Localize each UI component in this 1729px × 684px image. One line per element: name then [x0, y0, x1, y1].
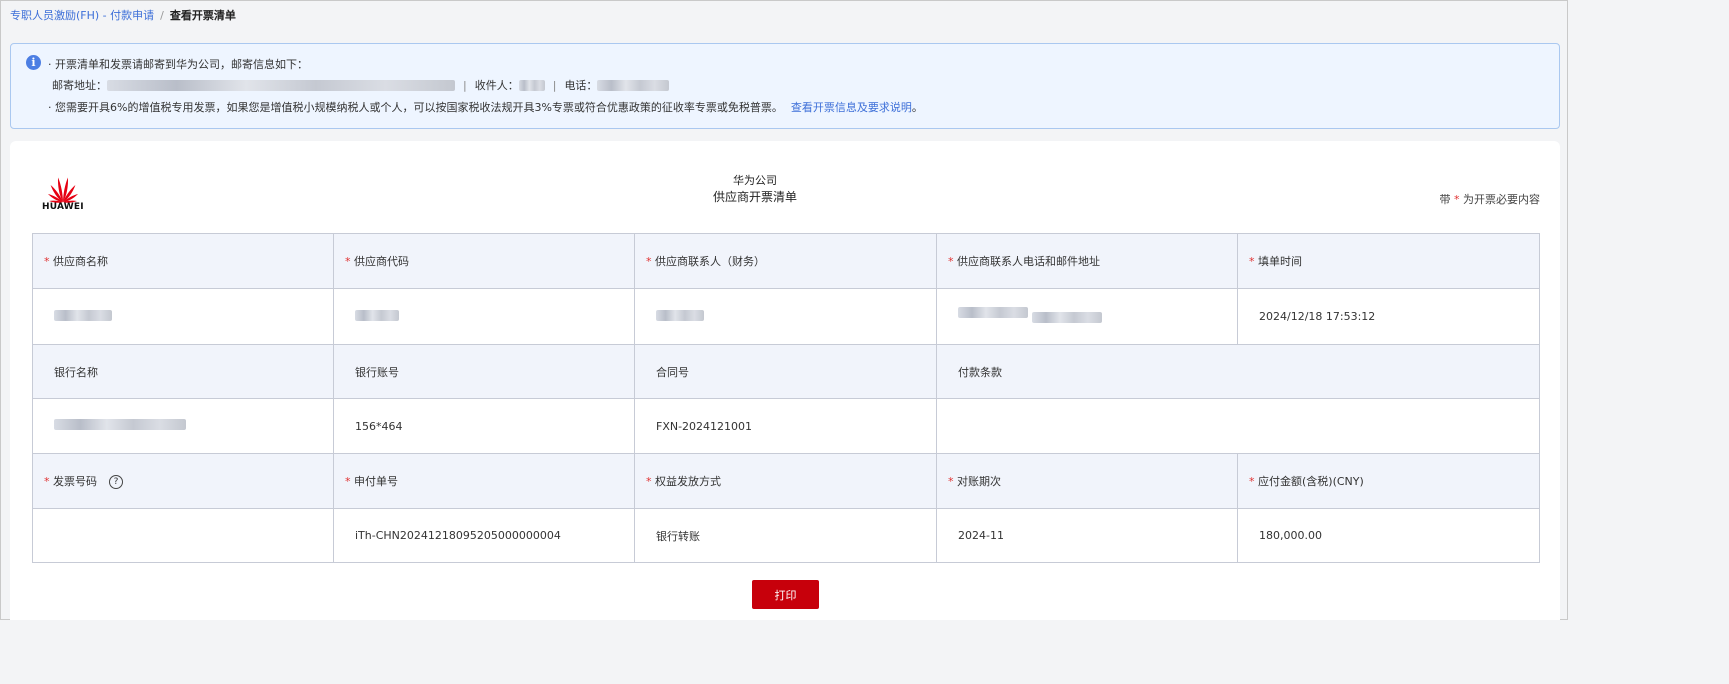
header-label: 供应商联系人（财务）	[655, 255, 765, 268]
payout-method-cell: 银行转账	[634, 508, 937, 563]
table-row: * 供应商名称 * 供应商代码 * 供应商联系人（财务） * 供应商联系人电话和…	[32, 233, 1540, 289]
required-star: *	[345, 255, 351, 268]
table-row: 156*464 FXN-2024121001	[32, 398, 1540, 454]
payment-request-no-cell: iTh-CHN20241218095205000000004	[333, 508, 635, 563]
table-row: 2024/12/18 17:53:12	[32, 288, 1540, 345]
header-label: 填单时间	[1258, 255, 1302, 268]
header-label: 权益发放方式	[655, 475, 721, 488]
required-star: *	[646, 255, 652, 268]
invoice-requirement-text: · 您需要开具6%的增值税专用发票，如果您是增值税小规模纳税人或个人，可以按国家…	[48, 101, 783, 114]
info-icon: i	[26, 55, 41, 70]
table-row: 银行名称 银行账号 合同号 付款条款	[32, 344, 1540, 399]
header-reconcile-period: * 对账期次	[936, 453, 1238, 509]
header-invoice-no: * 发票号码?	[32, 453, 334, 509]
contact-phone-email-cell	[936, 288, 1238, 345]
link-suffix: 。	[911, 101, 923, 114]
header-payment-terms: 付款条款	[936, 344, 1540, 399]
header-fill-time: * 填单时间	[1237, 233, 1540, 289]
header-supplier-contact: * 供应商联系人（财务）	[634, 233, 937, 289]
separator: |	[552, 78, 557, 92]
invoice-list-panel: HUAWEI 华为公司 供应商开票清单 带 * 为开票必要内容 * 供应商名称 …	[10, 141, 1560, 620]
required-star: *	[948, 255, 954, 268]
company-name: 华为公司	[733, 174, 777, 187]
supplier-name-cell	[32, 288, 334, 345]
breadcrumb-current: 查看开票清单	[169, 9, 236, 22]
hint-prefix: 带	[1439, 193, 1451, 206]
header-amount: * 应付金额(含税)(CNY)	[1237, 453, 1540, 509]
required-hint: 带 * 为开票必要内容	[1440, 191, 1541, 207]
header-bank-name: 银行名称	[32, 344, 334, 399]
phone-value-redacted	[597, 79, 670, 91]
header-label: 供应商名称	[53, 255, 108, 268]
supplier-name-redacted	[54, 309, 112, 321]
required-star: *	[1454, 193, 1460, 206]
invoice-list-table: * 供应商名称 * 供应商代码 * 供应商联系人（财务） * 供应商联系人电话和…	[32, 233, 1540, 563]
amount-cell: 180,000.00	[1237, 508, 1540, 563]
required-star: *	[44, 255, 50, 268]
header-contact-phone-email: * 供应商联系人电话和邮件地址	[936, 233, 1238, 289]
header-label: 申付单号	[354, 475, 398, 488]
required-star: *	[948, 475, 954, 488]
breadcrumb: 专职人员激励(FH) - 付款申请 / 查看开票清单	[10, 7, 236, 23]
header-label: 供应商联系人电话和邮件地址	[957, 255, 1100, 268]
header-payment-request-no: * 申付单号	[333, 453, 635, 509]
header-payout-method: * 权益发放方式	[634, 453, 937, 509]
contact-phone-redacted	[958, 307, 1028, 318]
address-label: 邮寄地址：	[52, 79, 107, 92]
required-star: *	[646, 475, 652, 488]
header-label: 发票号码	[53, 475, 97, 488]
phone-label: 电话：	[564, 79, 598, 92]
invoice-no-cell	[32, 508, 334, 563]
address-value-redacted	[107, 79, 455, 91]
receiver-value-redacted	[518, 79, 545, 91]
header-label: 供应商代码	[354, 255, 409, 268]
header-contract-no: 合同号	[634, 344, 937, 399]
payment-terms-cell	[936, 398, 1540, 454]
mailing-notice: i · 开票清单和发票请邮寄到华为公司，邮寄信息如下： 邮寄地址： | 收件人：…	[10, 43, 1560, 129]
supplier-contact-cell	[634, 288, 937, 345]
bank-name-cell	[32, 398, 334, 454]
header-supplier-name: * 供应商名称	[32, 233, 334, 289]
notice-line-invoice-requirement: · 您需要开具6%的增值税专用发票，如果您是增值税小规模纳税人或个人，可以按国家…	[48, 99, 923, 115]
header-supplier-code: * 供应商代码	[333, 233, 635, 289]
header-label: 对账期次	[957, 475, 1001, 488]
receiver-label: 收件人：	[474, 79, 519, 92]
bank-name-redacted	[54, 419, 186, 430]
table-row: iTh-CHN20241218095205000000004 银行转账 2024…	[32, 508, 1540, 563]
notice-line-address: 邮寄地址： | 收件人： | 电话：	[52, 77, 670, 93]
breadcrumb-parent-link[interactable]: 专职人员激励(FH) - 付款申请	[10, 7, 154, 23]
table-row: * 发票号码? * 申付单号 * 权益发放方式 * 对账期次 * 应付金额(含税…	[32, 453, 1540, 509]
required-star: *	[1249, 475, 1255, 488]
reconcile-period-cell: 2024-11	[936, 508, 1238, 563]
page-title: 供应商开票清单	[712, 190, 797, 204]
separator: |	[463, 78, 467, 92]
breadcrumb-separator: /	[160, 8, 164, 22]
supplier-code-cell	[333, 288, 635, 345]
header-label: 应付金额(含税)(CNY)	[1258, 475, 1364, 488]
bank-account-cell: 156*464	[333, 398, 635, 454]
required-star: *	[345, 475, 351, 488]
contract-no-cell: FXN-2024121001	[634, 398, 937, 454]
fill-time-cell: 2024/12/18 17:53:12	[1237, 288, 1540, 345]
invoice-info-link[interactable]: 查看开票信息及要求说明	[791, 101, 912, 114]
supplier-code-redacted	[355, 309, 399, 321]
required-star: *	[1249, 255, 1255, 268]
hint-suffix: 为开票必要内容	[1463, 193, 1540, 206]
notice-line-mailing: · 开票清单和发票请邮寄到华为公司，邮寄信息如下：	[48, 58, 308, 71]
print-button[interactable]: 打印	[752, 580, 819, 609]
contact-email-redacted	[1031, 312, 1102, 323]
header-bank-account: 银行账号	[333, 344, 635, 399]
supplier-contact-redacted	[656, 309, 704, 321]
help-icon[interactable]: ?	[109, 475, 123, 489]
required-star: *	[44, 475, 50, 488]
